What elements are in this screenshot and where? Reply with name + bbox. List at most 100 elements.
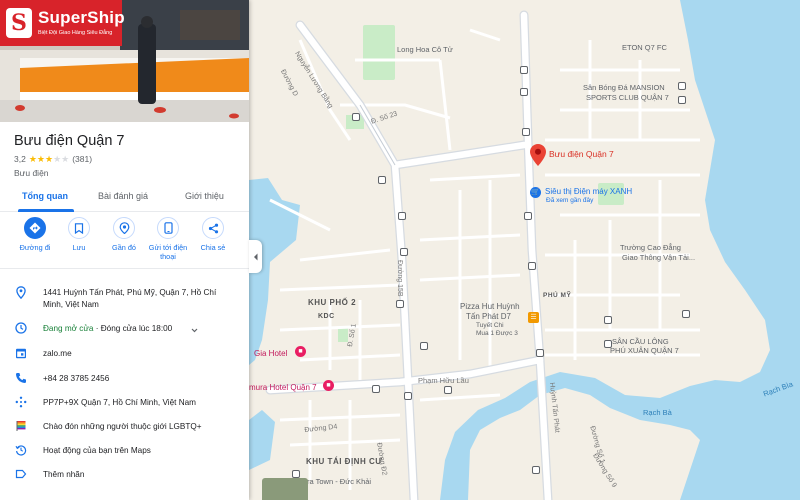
map-label-ra-town[interactable]: ra Town - Đức Khải bbox=[307, 477, 371, 486]
place-category[interactable]: Bưu điện bbox=[14, 168, 49, 178]
lgbtq-text: Chào đón những người thuộc giới LGBTQ+ bbox=[43, 422, 202, 431]
hotel-icon[interactable]: ■ bbox=[323, 380, 334, 391]
bus-stop-icon[interactable] bbox=[678, 96, 686, 104]
plus-code-text: PP7P+9X Quận 7, Hồ Chí Minh, Việt Nam bbox=[43, 398, 196, 407]
map-label-mura-hotel[interactable]: mura Hotel Quận 7 bbox=[249, 383, 317, 392]
location-pin-icon bbox=[14, 285, 28, 299]
bus-stop-icon[interactable] bbox=[524, 212, 532, 220]
directions-label: Đường đi bbox=[19, 243, 51, 252]
map-label-pizza-2[interactable]: Tấn Phát D7 bbox=[466, 312, 511, 321]
tab-overview[interactable]: Tổng quan bbox=[22, 191, 68, 201]
map-label-tuyet-chi-2: Mua 1 Được 3 bbox=[476, 330, 518, 337]
bus-stop-icon[interactable] bbox=[396, 300, 404, 308]
active-tab-indicator bbox=[18, 209, 74, 212]
send-to-phone-label: Gửi tới điện thoại bbox=[148, 243, 188, 261]
bus-stop-icon[interactable] bbox=[536, 349, 544, 357]
rating-stars: ★ ★ ★ ★ ★ bbox=[29, 153, 70, 164]
bus-stop-icon[interactable] bbox=[420, 342, 428, 350]
chevron-left-icon bbox=[253, 253, 257, 260]
bus-stop-icon[interactable] bbox=[522, 128, 530, 136]
bus-stop-icon[interactable] bbox=[528, 262, 536, 270]
tab-about[interactable]: Giới thiệu bbox=[185, 191, 224, 201]
bus-stop-icon[interactable] bbox=[678, 82, 686, 90]
supership-logo-mark: S bbox=[6, 8, 32, 38]
map-label-mansion[interactable]: Sân Bóng Đá MANSION bbox=[583, 83, 665, 92]
add-label-text[interactable]: Thêm nhãn bbox=[43, 469, 233, 481]
bus-stop-icon[interactable] bbox=[352, 113, 360, 121]
history-icon bbox=[14, 443, 28, 457]
directions-icon bbox=[24, 217, 46, 239]
share-button[interactable]: Chia sẻ bbox=[190, 217, 236, 252]
label-tag-icon bbox=[14, 467, 28, 481]
map-label-long-hoa[interactable]: Long Hoa Cô Tử bbox=[397, 45, 453, 54]
shopping-icon[interactable]: 🛒 bbox=[530, 187, 541, 198]
bus-stop-icon[interactable] bbox=[682, 310, 690, 318]
bookmark-icon bbox=[68, 217, 90, 239]
hours-text: Đang mở cửa · Đóng cửa lúc 18:00 bbox=[43, 323, 203, 335]
place-panel: S SuperShip Biệt Đội Giao Hàng Siêu Đẳng… bbox=[0, 0, 249, 500]
map-label-kdc: KDC bbox=[318, 313, 335, 320]
map-label-dmx[interactable]: Siêu thị Điện máy XANH bbox=[545, 187, 632, 196]
hotel-icon[interactable]: ■ bbox=[295, 346, 306, 357]
bus-stop-icon[interactable] bbox=[372, 385, 380, 393]
bus-stop-icon[interactable] bbox=[444, 386, 452, 394]
activity-text[interactable]: Hoạt động của bạn trên Maps bbox=[43, 445, 233, 457]
bus-stop-icon[interactable] bbox=[604, 316, 612, 324]
lgbtq-flag-icon bbox=[14, 419, 28, 433]
address-text: 1441 Huỳnh Tấn Phát, Phú Mỹ, Quận 7, Hồ … bbox=[43, 288, 217, 309]
website-text[interactable]: zalo.me bbox=[43, 348, 233, 360]
map-label-pizza[interactable]: Pizza Hut Huỳnh bbox=[460, 302, 520, 311]
review-count[interactable]: (381) bbox=[72, 154, 92, 164]
map-label-gia-hotel[interactable]: Gia Hotel bbox=[254, 349, 287, 358]
tab-reviews[interactable]: Bài đánh giá bbox=[98, 191, 148, 201]
rating-value: 3,2 bbox=[14, 154, 26, 164]
collapse-panel-button[interactable] bbox=[249, 240, 262, 273]
nearby-label: Gần đó bbox=[112, 243, 136, 252]
bus-stop-icon[interactable] bbox=[404, 392, 412, 400]
map-label-sam-cau[interactable]: SÂN CẦU LÔNG bbox=[612, 337, 669, 346]
bus-stop-icon[interactable] bbox=[398, 212, 406, 220]
map-label-khu-tai-dinh-cu: KHU TÁI ĐỊNH CƯ bbox=[306, 457, 383, 466]
save-label: Lưu bbox=[72, 243, 86, 252]
place-title: Bưu điện Quận 7 bbox=[14, 133, 125, 149]
location-marker-icon[interactable] bbox=[530, 144, 546, 166]
map-label-dmx-seen: Đã xem gần đây bbox=[546, 197, 594, 204]
share-label: Chia sẻ bbox=[200, 243, 226, 252]
map-label-eton[interactable]: ETON Q7 FC bbox=[622, 43, 667, 52]
map-marker-label[interactable]: Bưu điện Quận 7 bbox=[549, 150, 614, 159]
send-to-phone-button[interactable]: Gửi tới điện thoại bbox=[145, 217, 191, 261]
map-thumbnail[interactable] bbox=[262, 478, 308, 500]
send-to-phone-icon bbox=[157, 217, 179, 239]
map-label-cao-dang-2[interactable]: Giao Thông Vận Tải... bbox=[622, 253, 695, 262]
nearby-button[interactable]: Gần đó bbox=[101, 217, 147, 252]
map-label-sam-cau-2[interactable]: PHÚ XUÂN QUẬN 7 bbox=[610, 346, 679, 355]
map-label-cao-dang[interactable]: Trường Cao Đẳng bbox=[620, 243, 681, 252]
plus-code-icon bbox=[14, 395, 28, 409]
map-label-phu-my: PHÚ MỸ bbox=[543, 292, 572, 299]
bus-stop-icon[interactable] bbox=[292, 470, 300, 478]
rating-row[interactable]: 3,2 ★ ★ ★ ★ ★ (381) bbox=[14, 154, 92, 164]
map-label-mansion-2[interactable]: SPORTS CLUB QUẬN 7 bbox=[586, 93, 669, 102]
map-label-khu-pho-2: KHU PHỐ 2 bbox=[308, 298, 357, 307]
action-buttons: Đường đi Lưu Gần đó Gửi tới điện thoại C… bbox=[0, 217, 249, 269]
phone-text: +84 28 3785 2456 bbox=[43, 374, 110, 383]
chevron-down-icon[interactable] bbox=[190, 322, 199, 340]
map-label-rach-ba: Rạch Bà bbox=[643, 408, 672, 417]
bus-stop-icon[interactable] bbox=[400, 248, 408, 256]
bus-stop-icon[interactable] bbox=[532, 466, 540, 474]
place-hero-photo[interactable]: S SuperShip Biệt Đội Giao Hàng Siêu Đẳng bbox=[0, 0, 249, 122]
bus-stop-icon[interactable] bbox=[520, 66, 528, 74]
star-empty-icon: ★ bbox=[61, 153, 70, 164]
bus-stop-icon[interactable] bbox=[520, 88, 528, 96]
map-label-pham-huu-lau: Phạm Hữu Lầu bbox=[418, 376, 469, 385]
save-button[interactable]: Lưu bbox=[56, 217, 102, 252]
place-tabs: Tổng quan Bài đánh giá Giới thiệu bbox=[0, 185, 249, 212]
bus-stop-icon[interactable] bbox=[378, 176, 386, 184]
calendar-icon bbox=[14, 346, 28, 360]
share-icon bbox=[202, 217, 224, 239]
nearby-icon bbox=[113, 217, 135, 239]
supership-logo-name: SuperShip bbox=[38, 8, 125, 27]
directions-button[interactable]: Đường đi bbox=[12, 217, 58, 252]
hours-status: Đang mở cửa bbox=[43, 324, 94, 333]
restaurant-icon[interactable]: ☰ bbox=[528, 312, 539, 323]
